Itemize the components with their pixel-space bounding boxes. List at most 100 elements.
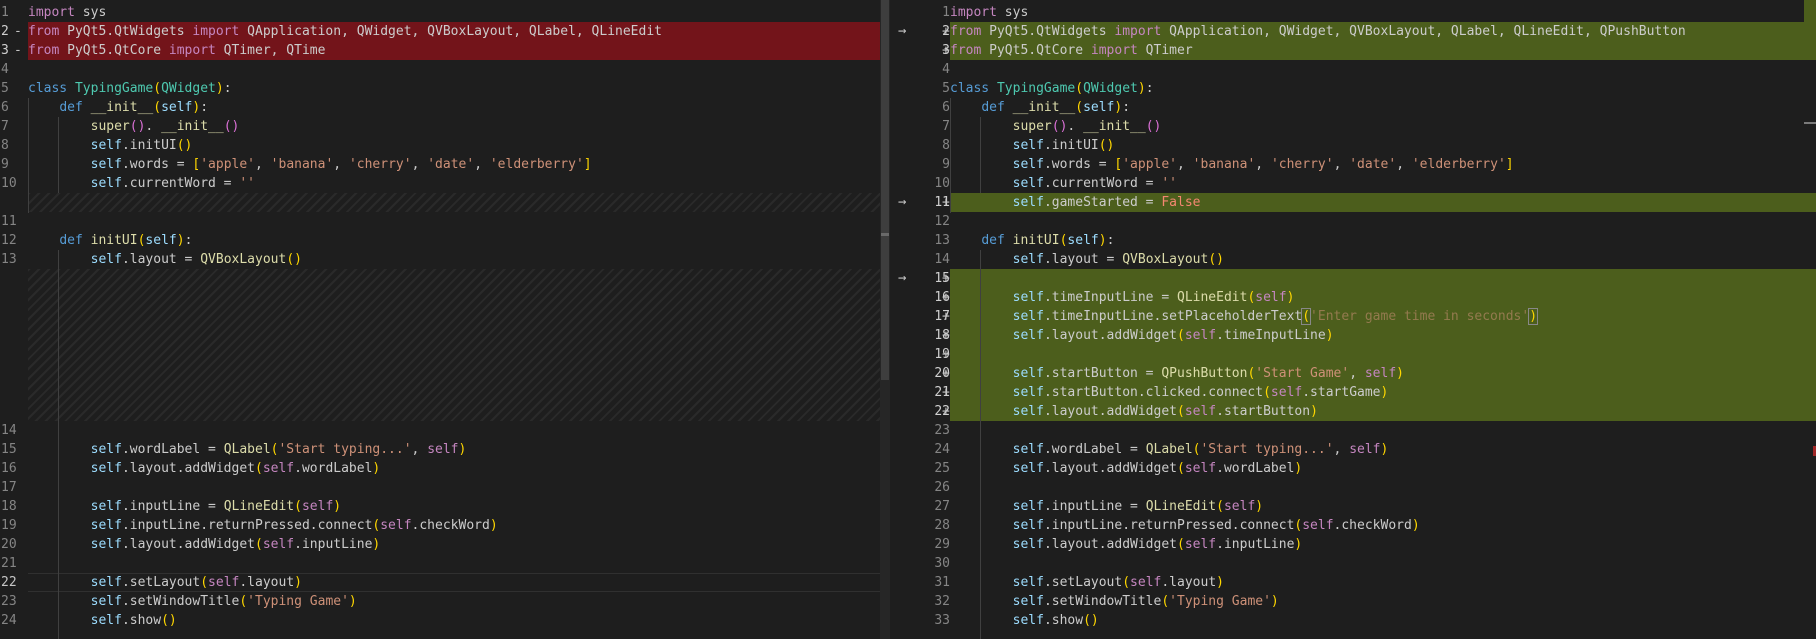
- token: self: [1012, 575, 1044, 590]
- scrollbar-thumb[interactable]: [881, 0, 889, 380]
- code-line[interactable]: 9 self.words = ['apple', 'banana', 'cher…: [920, 155, 1816, 174]
- code-line[interactable]: 24 self.wordLabel = QLabel('Start typing…: [920, 440, 1816, 459]
- token: ): [489, 518, 498, 533]
- code-line[interactable]: 3 + from PyQt5.QtCore import QTimer: [920, 41, 1816, 60]
- code-line[interactable]: 12 def initUI(self):: [0, 231, 890, 250]
- diff-original-pane[interactable]: 1 import sys 2- from PyQt5.QtWidgets import…: [0, 0, 890, 639]
- code-line[interactable]: 13 self.layout = QVBoxLayout(): [0, 250, 890, 269]
- token: .show: [121, 613, 162, 628]
- code-line[interactable]: 6 def __init__(self):: [920, 98, 1816, 117]
- code-line[interactable]: 22 + self.layout.addWidget(self.startButt…: [920, 402, 1816, 421]
- line-number: 18: [1, 499, 17, 514]
- diff-modified-pane[interactable]: 1 import sys 2 + from PyQt5.QtWidgets import…: [920, 0, 1816, 639]
- token: (): [286, 252, 302, 267]
- code-line[interactable]: 1 import sys: [0, 3, 890, 22]
- code-line[interactable]: 23 self.setWindowTitle('Typing Game'): [0, 592, 890, 611]
- code-line[interactable]: 22 self.setLayout(self.layout): [0, 573, 890, 592]
- code-line[interactable]: 6 def __init__(self):: [0, 98, 890, 117]
- token: QVBoxLayout: [200, 252, 287, 267]
- code-line[interactable]: 17: [0, 478, 890, 497]
- code-line[interactable]: 5 class TypingGame(QWidget):: [0, 79, 890, 98]
- code-line[interactable]: 18 + self.layout.addWidget(self.timeInput…: [920, 326, 1816, 345]
- token: 'Typing Game': [247, 594, 349, 609]
- token: QPushButton: [1161, 366, 1248, 381]
- code-line[interactable]: 30: [920, 554, 1816, 573]
- code-line[interactable]: 2 + from PyQt5.QtWidgets import QApplicati…: [920, 22, 1816, 41]
- token: .setWindowTitle: [121, 594, 240, 609]
- added-line-marker: +: [942, 290, 950, 305]
- code-line[interactable]: 26: [920, 478, 1816, 497]
- line-number: 10: [934, 176, 950, 191]
- code-line[interactable]: 20 self.layout.addWidget(self.inputLine): [0, 535, 890, 554]
- token: self: [1184, 328, 1217, 343]
- code-line[interactable]: 17 + self.timeInputLine.setPlaceholderTex…: [920, 307, 1816, 326]
- token: def: [59, 233, 83, 248]
- token: TypingGame: [996, 81, 1076, 96]
- code-line[interactable]: 2- from PyQt5.QtWidgets import QApplicati…: [0, 22, 890, 41]
- token: .layout =: [121, 252, 201, 267]
- code-line[interactable]: 19 self.inputLine.returnPressed.connect(…: [0, 516, 890, 535]
- code-line[interactable]: 27 self.inputLine = QLineEdit(self): [920, 497, 1816, 516]
- code-line[interactable]: 23: [920, 421, 1816, 440]
- revert-change-arrow-icon[interactable]: →: [898, 269, 914, 288]
- token: self: [1012, 290, 1044, 305]
- revert-change-arrow-icon[interactable]: →: [898, 22, 914, 41]
- code-line[interactable]: 4: [920, 60, 1816, 79]
- code-line[interactable]: 18 self.inputLine = QLineEdit(self): [0, 497, 890, 516]
- code-line[interactable]: 16 self.layout.addWidget(self.wordLabel): [0, 459, 890, 478]
- code-line[interactable]: 8 self.initUI(): [920, 136, 1816, 155]
- code-line[interactable]: 5 class TypingGame(QWidget):: [920, 79, 1816, 98]
- code-line[interactable]: 31 self.setLayout(self.layout): [920, 573, 1816, 592]
- code-line[interactable]: 25 self.layout.addWidget(self.wordLabel): [920, 459, 1816, 478]
- code-text: super(). __init__(): [950, 117, 1816, 136]
- token: .checkWord: [1333, 518, 1412, 533]
- code-line[interactable]: 7 super(). __init__(): [920, 117, 1816, 136]
- code-line[interactable]: 21 + self.startButton.clicked.connect(sel…: [920, 383, 1816, 402]
- code-line[interactable]: 11: [0, 212, 890, 231]
- code-line[interactable]: 19 +: [920, 345, 1816, 364]
- code-line[interactable]: 10 self.currentWord = '': [0, 174, 890, 193]
- code-line[interactable]: 16 + self.timeInputLine = QLineEdit(self): [920, 288, 1816, 307]
- code-line[interactable]: 33 self.show(): [920, 611, 1816, 630]
- token: self: [90, 176, 122, 191]
- code-line[interactable]: 14: [0, 421, 890, 440]
- token: .inputLine.returnPressed.connect: [1043, 518, 1295, 533]
- left-scrollbar[interactable]: [880, 0, 890, 639]
- token: .timeInputLine.setPlaceholderText: [1043, 309, 1303, 324]
- code-line[interactable]: 20 + self.startButton = QPushButton('Star…: [920, 364, 1816, 383]
- revert-change-arrow-icon[interactable]: →: [898, 193, 914, 212]
- code-line[interactable]: 12: [920, 212, 1816, 231]
- code-line[interactable]: 8 self.initUI(): [0, 136, 890, 155]
- token: ): [1380, 442, 1389, 457]
- code-line[interactable]: 15 +: [920, 269, 1816, 288]
- code-line[interactable]: 24 self.show(): [0, 611, 890, 630]
- code-line[interactable]: 9 self.words = ['apple', 'banana', 'cher…: [0, 155, 890, 174]
- code-line[interactable]: 1 import sys: [920, 3, 1816, 22]
- code-line[interactable]: 21: [0, 554, 890, 573]
- code-line[interactable]: 15 self.wordLabel = QLabel('Start typing…: [0, 440, 890, 459]
- code-line[interactable]: 10 self.currentWord = '': [920, 174, 1816, 193]
- token: import: [1114, 24, 1162, 39]
- token: .initUI: [121, 138, 177, 153]
- token: super: [1012, 119, 1052, 134]
- code-line[interactable]: 29 self.layout.addWidget(self.inputLine): [920, 535, 1816, 554]
- token: .wordLabel: [1216, 461, 1295, 476]
- code-text: self.inputLine = QLineEdit(self): [950, 497, 1816, 516]
- code-line[interactable]: 7 super(). __init__(): [0, 117, 890, 136]
- code-line[interactable]: 13 def initUI(self):: [920, 231, 1816, 250]
- token: self: [1012, 176, 1044, 191]
- code-line[interactable]: 4: [0, 60, 890, 79]
- token: QApplication, QWidget, QVBoxLayout, QLab…: [1161, 24, 1686, 39]
- line-number: 32: [934, 594, 950, 609]
- code-line[interactable]: 11 + self.gameStarted = False: [920, 193, 1816, 212]
- code-line[interactable]: 28 self.inputLine.returnPressed.connect(…: [920, 516, 1816, 535]
- code-line[interactable]: 32 self.setWindowTitle('Typing Game'): [920, 592, 1816, 611]
- code-line[interactable]: 14 self.layout = QVBoxLayout(): [920, 250, 1816, 269]
- indent-guide: [950, 98, 951, 213]
- code-line[interactable]: 3- from PyQt5.QtCore import QTimer, QTime: [0, 41, 890, 60]
